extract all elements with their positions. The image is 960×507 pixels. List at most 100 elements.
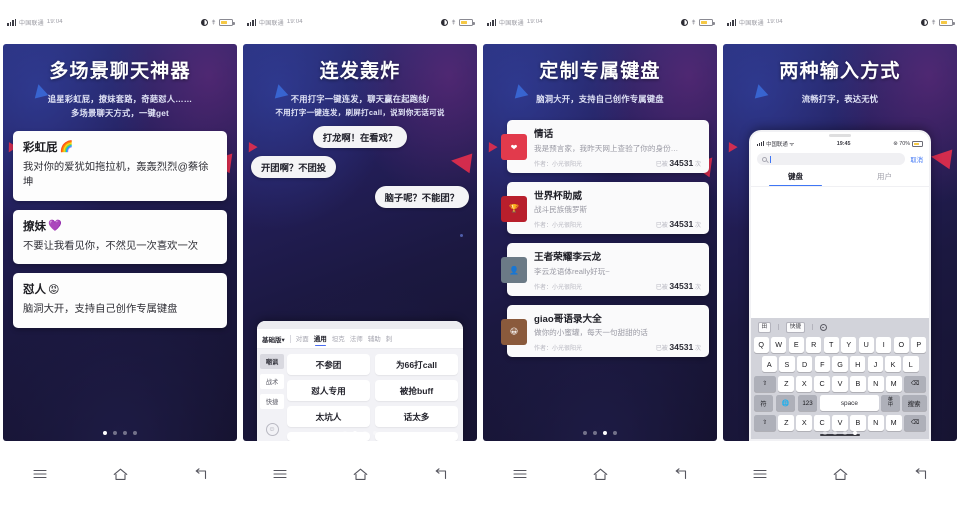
home-icon[interactable]	[107, 463, 133, 485]
page-dot[interactable]	[823, 431, 827, 435]
list-item[interactable]: 🏆 世界杯助威 战斗民族俄罗斯 作者：小光很阳光 已被 34531 次	[501, 181, 709, 235]
list-item[interactable]: ❤ 情话 我是预言家，我昨天网上查验了你的身份… 作者：小光很阳光 已被 345…	[501, 120, 709, 173]
menu-icon[interactable]	[747, 463, 773, 485]
key-p[interactable]: P	[911, 336, 927, 353]
page-dot[interactable]	[843, 431, 847, 435]
quick-phrase-button[interactable]: 快捷	[785, 322, 805, 333]
key-v[interactable]: V	[832, 375, 848, 392]
key-a[interactable]: A	[761, 356, 777, 372]
list-item[interactable]: 👤 王者荣耀李云龙 李云龙语体really好玩~ 作者：小光很阳光 已被 345…	[501, 243, 709, 296]
chat-bubble[interactable]: 开团啊？不团投	[251, 155, 337, 178]
key-m[interactable]: M	[885, 375, 902, 392]
key-m[interactable]: M	[885, 414, 902, 431]
language-toggle-key[interactable]: 英 中	[881, 395, 900, 411]
chat-bubble[interactable]: 打龙啊！在看戏？	[312, 125, 408, 148]
page-dot[interactable]	[363, 431, 367, 435]
page-dot[interactable]	[133, 431, 137, 435]
key-r[interactable]: R	[806, 336, 822, 353]
phrase-chip[interactable]: 怼人专用	[287, 380, 370, 401]
number-key[interactable]: 123	[797, 395, 818, 411]
tab-duimian[interactable]: 对面	[296, 333, 309, 345]
page-dots[interactable]	[483, 431, 717, 435]
key-x[interactable]: X	[796, 414, 813, 431]
back-icon[interactable]	[427, 463, 453, 485]
page-dot[interactable]	[603, 431, 607, 435]
shift-icon[interactable]: ⇧	[753, 414, 777, 431]
side-item-zhanshu[interactable]: 战术	[260, 374, 284, 389]
page-dot[interactable]	[593, 431, 597, 435]
page-dot[interactable]	[833, 431, 837, 435]
smiley-icon[interactable]	[819, 323, 827, 331]
key-t[interactable]: T	[823, 336, 839, 353]
key-n[interactable]: N	[867, 375, 884, 392]
key-z[interactable]: Z	[778, 375, 795, 392]
search-input[interactable]	[757, 153, 906, 165]
grid-layout-button[interactable]: 田	[757, 322, 772, 333]
home-icon[interactable]	[827, 463, 853, 485]
back-icon[interactable]	[907, 463, 933, 485]
home-icon[interactable]	[587, 463, 613, 485]
chat-bubble[interactable]: 脑子呢？不能团？	[374, 185, 469, 208]
page-dot[interactable]	[113, 431, 117, 435]
page-dot[interactable]	[343, 431, 347, 435]
key-b[interactable]: B	[850, 375, 866, 392]
page-dots[interactable]	[3, 431, 237, 435]
key-z[interactable]: Z	[778, 414, 795, 431]
key-u[interactable]: U	[858, 336, 874, 353]
cancel-button[interactable]: 取消	[910, 155, 923, 164]
phrase-chip[interactable]: 为66打call	[375, 354, 458, 375]
page-dot[interactable]	[853, 431, 857, 435]
symbol-key[interactable]: 符	[753, 395, 774, 411]
tab-fashi[interactable]: 法师	[350, 333, 363, 345]
page-dot[interactable]	[583, 431, 587, 435]
tab-ci[interactable]: 刺	[386, 333, 393, 345]
tab-tanke[interactable]: 坦克	[332, 333, 345, 345]
menu-icon[interactable]	[27, 463, 53, 485]
tab-user[interactable]: 用户	[840, 167, 929, 186]
key-x[interactable]: X	[796, 375, 813, 392]
page-dots[interactable]	[723, 431, 957, 435]
panel-drag-handle[interactable]	[257, 321, 463, 329]
tab-keyboard[interactable]: 键盘	[751, 167, 840, 187]
key-e[interactable]: E	[788, 336, 804, 353]
page-dot[interactable]	[123, 431, 127, 435]
key-k[interactable]: K	[885, 356, 901, 372]
quote-card[interactable]: 怼人 😡 脑洞大开，支持自己创作专属键盘	[13, 273, 227, 328]
search-key[interactable]: 搜索	[901, 395, 927, 411]
home-icon[interactable]	[347, 463, 373, 485]
backspace-icon[interactable]: ⌫	[903, 375, 927, 392]
quote-card[interactable]: 彩虹屁 🌈 我对你的爱犹如拖拉机，轰轰烈烈@蔡徐坤	[13, 130, 227, 201]
page-dot[interactable]	[103, 431, 107, 435]
key-w[interactable]: W	[771, 336, 787, 353]
list-item[interactable]: 😀 giao哥语录大全 做你的小蜜罐，每天一句甜甜的话 作者：小光很阳光 已被 …	[501, 304, 709, 358]
menu-icon[interactable]	[507, 463, 533, 485]
menu-icon[interactable]	[267, 463, 293, 485]
key-j[interactable]: J	[867, 356, 884, 372]
key-c[interactable]: C	[814, 414, 830, 431]
key-d[interactable]: D	[796, 356, 813, 372]
side-item-kuaijie[interactable]: 快捷	[260, 394, 284, 409]
phrase-chip[interactable]: 话太多	[375, 406, 458, 427]
key-b[interactable]: B	[850, 414, 866, 431]
page-dot[interactable]	[373, 431, 377, 435]
tab-tongyong[interactable]: 通用	[314, 333, 327, 346]
key-l[interactable]: L	[903, 356, 919, 372]
key-o[interactable]: O	[893, 336, 909, 353]
space-key[interactable]: space	[819, 395, 880, 411]
key-f[interactable]: F	[814, 356, 831, 372]
page-dot[interactable]	[613, 431, 617, 435]
quote-card[interactable]: 撩妹 💜 不要让我看见你，不然见一次喜欢一次	[13, 209, 227, 265]
backspace-icon[interactable]: ⌫	[903, 414, 927, 431]
key-q[interactable]: Q	[753, 336, 769, 353]
key-s[interactable]: S	[779, 356, 795, 372]
key-h[interactable]: H	[849, 356, 866, 372]
version-selector[interactable]: 基础版▾	[262, 334, 285, 344]
tab-fuzhu[interactable]: 辅助	[368, 333, 381, 345]
page-dots[interactable]	[243, 431, 477, 435]
back-icon[interactable]	[667, 463, 693, 485]
page-dot[interactable]	[353, 431, 357, 435]
key-g[interactable]: G	[832, 356, 848, 372]
side-item-chaofeng[interactable]: 嘲讽	[260, 354, 284, 369]
phrase-chip[interactable]: 太坑人	[287, 406, 370, 427]
key-n[interactable]: N	[867, 414, 884, 431]
